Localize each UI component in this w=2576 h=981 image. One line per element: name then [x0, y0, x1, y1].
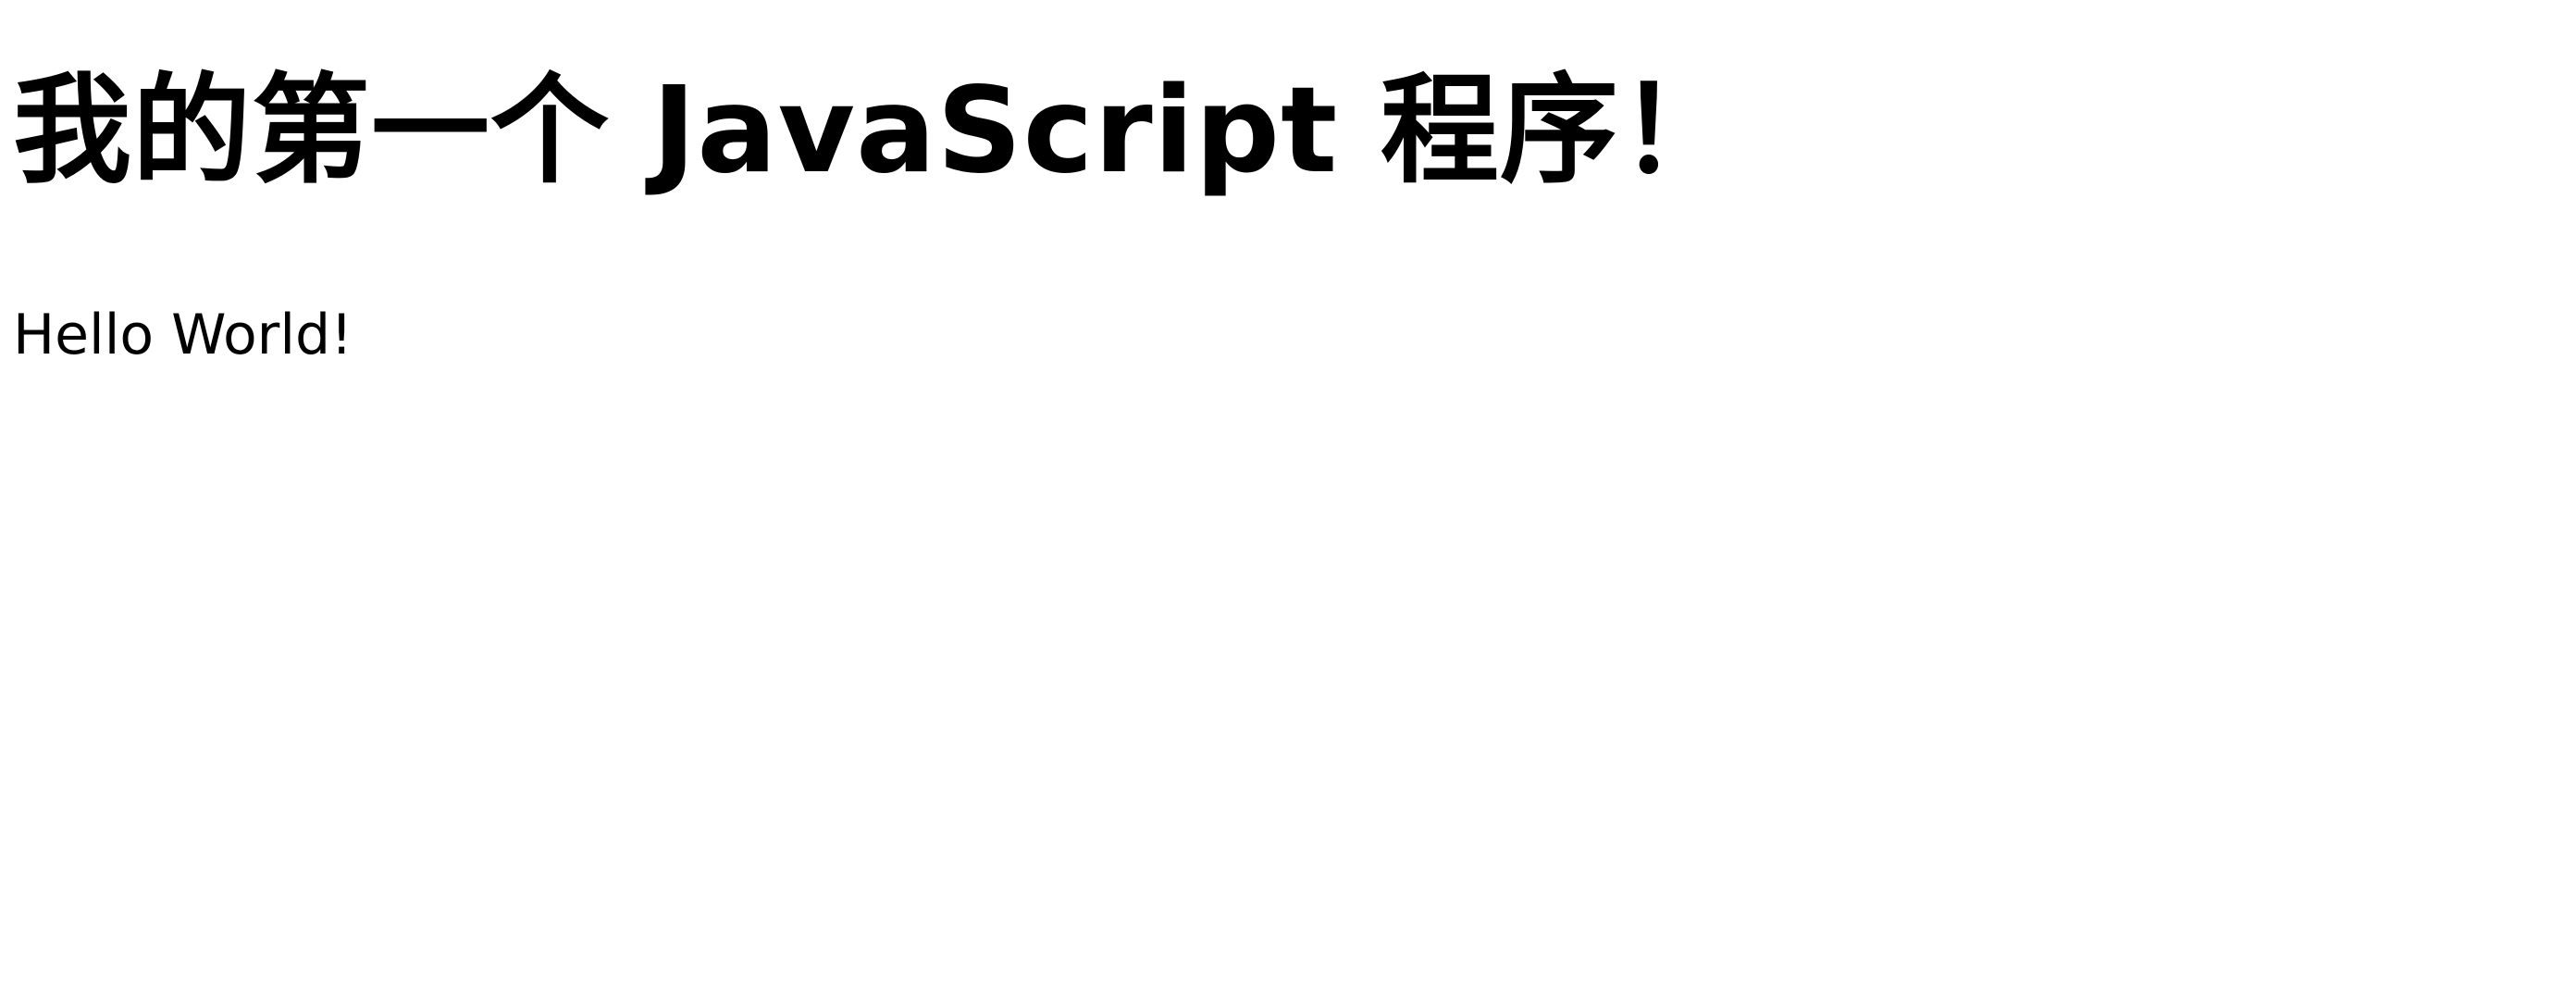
page-content: 我的第一个 JavaScript 程序！ Hello World! [13, 0, 2563, 370]
page-title: 我的第一个 JavaScript 程序！ [13, 62, 1739, 200]
demo-paragraph: Hello World! [13, 303, 353, 367]
